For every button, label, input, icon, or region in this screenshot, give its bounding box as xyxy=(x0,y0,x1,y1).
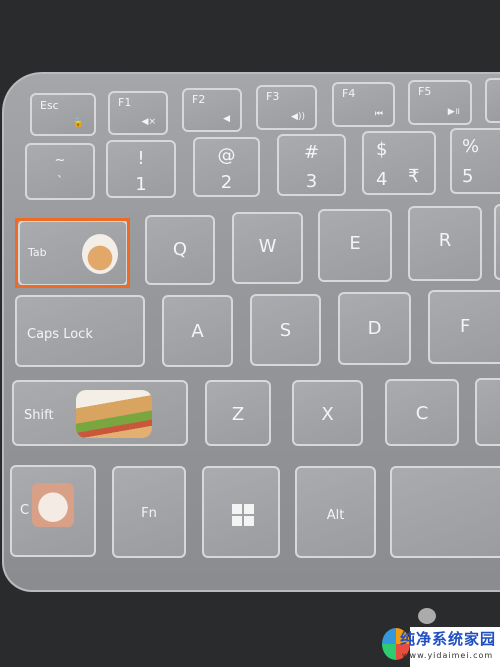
key-windows[interactable] xyxy=(202,466,280,558)
key-2[interactable]: @ 2 xyxy=(193,137,260,197)
key-label: C xyxy=(20,503,30,518)
key-esc[interactable]: Esc 🔒 xyxy=(30,93,96,136)
key-f5[interactable]: F5 ▶॥ xyxy=(408,80,472,125)
sandwich-bunny-sticker xyxy=(76,390,152,438)
key-3[interactable]: # 3 xyxy=(277,134,346,196)
key-label: Q xyxy=(172,239,188,260)
key-w[interactable]: W xyxy=(232,212,303,284)
key-label: F3 xyxy=(266,90,280,103)
key-label: 2 xyxy=(220,172,233,193)
key-label: D xyxy=(367,318,382,339)
key-c[interactable]: C xyxy=(385,379,459,446)
key-label: E xyxy=(349,233,361,254)
key-space[interactable] xyxy=(390,466,500,558)
key-label: Z xyxy=(231,404,245,425)
key-label: W xyxy=(258,236,277,257)
key-label: # xyxy=(303,142,320,163)
key-alt[interactable]: Alt xyxy=(295,466,376,558)
key-label: F4 xyxy=(342,87,356,100)
watermark-url: www.yidaimei.com xyxy=(402,651,494,660)
tab-key-highlight xyxy=(15,218,130,288)
watermark-title: 纯净系统家园 xyxy=(400,630,497,648)
volume-up-icon: ◀)) xyxy=(291,112,305,122)
key-label: 3 xyxy=(305,171,318,192)
key-label: Caps Lock xyxy=(27,327,93,342)
key-f1[interactable]: F1 ◀× xyxy=(108,91,168,135)
lock-icon: 🔒 xyxy=(72,118,84,128)
key-f[interactable]: F xyxy=(428,290,500,364)
key-r[interactable]: R xyxy=(408,206,482,281)
key-label: Fn xyxy=(141,506,157,521)
key-label: F xyxy=(460,316,471,337)
key-label: 4 xyxy=(376,169,388,190)
key-label: ! xyxy=(137,148,145,169)
key-1[interactable]: ! 1 xyxy=(106,140,176,198)
key-a[interactable]: A xyxy=(162,295,233,367)
key-label: @ xyxy=(217,145,236,166)
key-label: F1 xyxy=(118,96,132,109)
key-5[interactable]: % 5 xyxy=(450,128,500,194)
key-label: R xyxy=(438,230,452,251)
key-label: Shift xyxy=(24,408,54,423)
key-x[interactable]: X xyxy=(292,380,363,446)
key-label: 5 xyxy=(462,166,474,187)
volume-down-icon: ◀ xyxy=(223,114,230,124)
key-label: $ xyxy=(376,139,388,160)
key-label: C xyxy=(415,403,429,424)
key-label: ~ xyxy=(54,153,66,168)
key-ctrl[interactable]: C xyxy=(10,465,96,557)
mute-icon: ◀× xyxy=(141,117,156,127)
key-f6[interactable] xyxy=(485,78,500,123)
key-4[interactable]: $ 4 ₹ xyxy=(362,131,436,195)
key-q[interactable]: Q xyxy=(145,215,215,285)
key-s[interactable]: S xyxy=(250,294,321,366)
key-label: S xyxy=(279,320,292,341)
key-f3[interactable]: F3 ◀)) xyxy=(256,85,317,130)
key-label: ₹ xyxy=(408,166,420,187)
key-tilde[interactable]: ~ ` xyxy=(25,143,95,200)
key-label: X xyxy=(321,404,334,425)
key-d[interactable]: D xyxy=(338,292,411,365)
windows-icon xyxy=(232,504,254,526)
key-label: Alt xyxy=(326,508,345,523)
paw-watermark-icon xyxy=(418,608,436,624)
key-z[interactable]: Z xyxy=(205,380,271,446)
key-label: A xyxy=(191,321,204,342)
key-t[interactable] xyxy=(494,204,500,280)
key-f4[interactable]: F4 ⏮ xyxy=(332,82,395,127)
key-shift[interactable]: Shift xyxy=(12,380,188,446)
key-label: F5 xyxy=(418,85,432,98)
key-label: F2 xyxy=(192,93,206,106)
key-label: ` xyxy=(56,175,64,190)
previous-track-icon: ⏮ xyxy=(374,109,383,119)
key-label: Esc xyxy=(40,99,59,112)
play-pause-icon: ▶॥ xyxy=(447,107,460,117)
key-e[interactable]: E xyxy=(318,209,392,282)
key-f2[interactable]: F2 ◀ xyxy=(182,88,242,132)
key-fn[interactable]: Fn xyxy=(112,466,186,558)
key-label: 1 xyxy=(135,174,147,195)
key-label: % xyxy=(462,136,480,157)
puppy-sticker xyxy=(32,483,74,527)
key-v[interactable] xyxy=(475,378,500,446)
key-caps-lock[interactable]: Caps Lock xyxy=(15,295,145,367)
